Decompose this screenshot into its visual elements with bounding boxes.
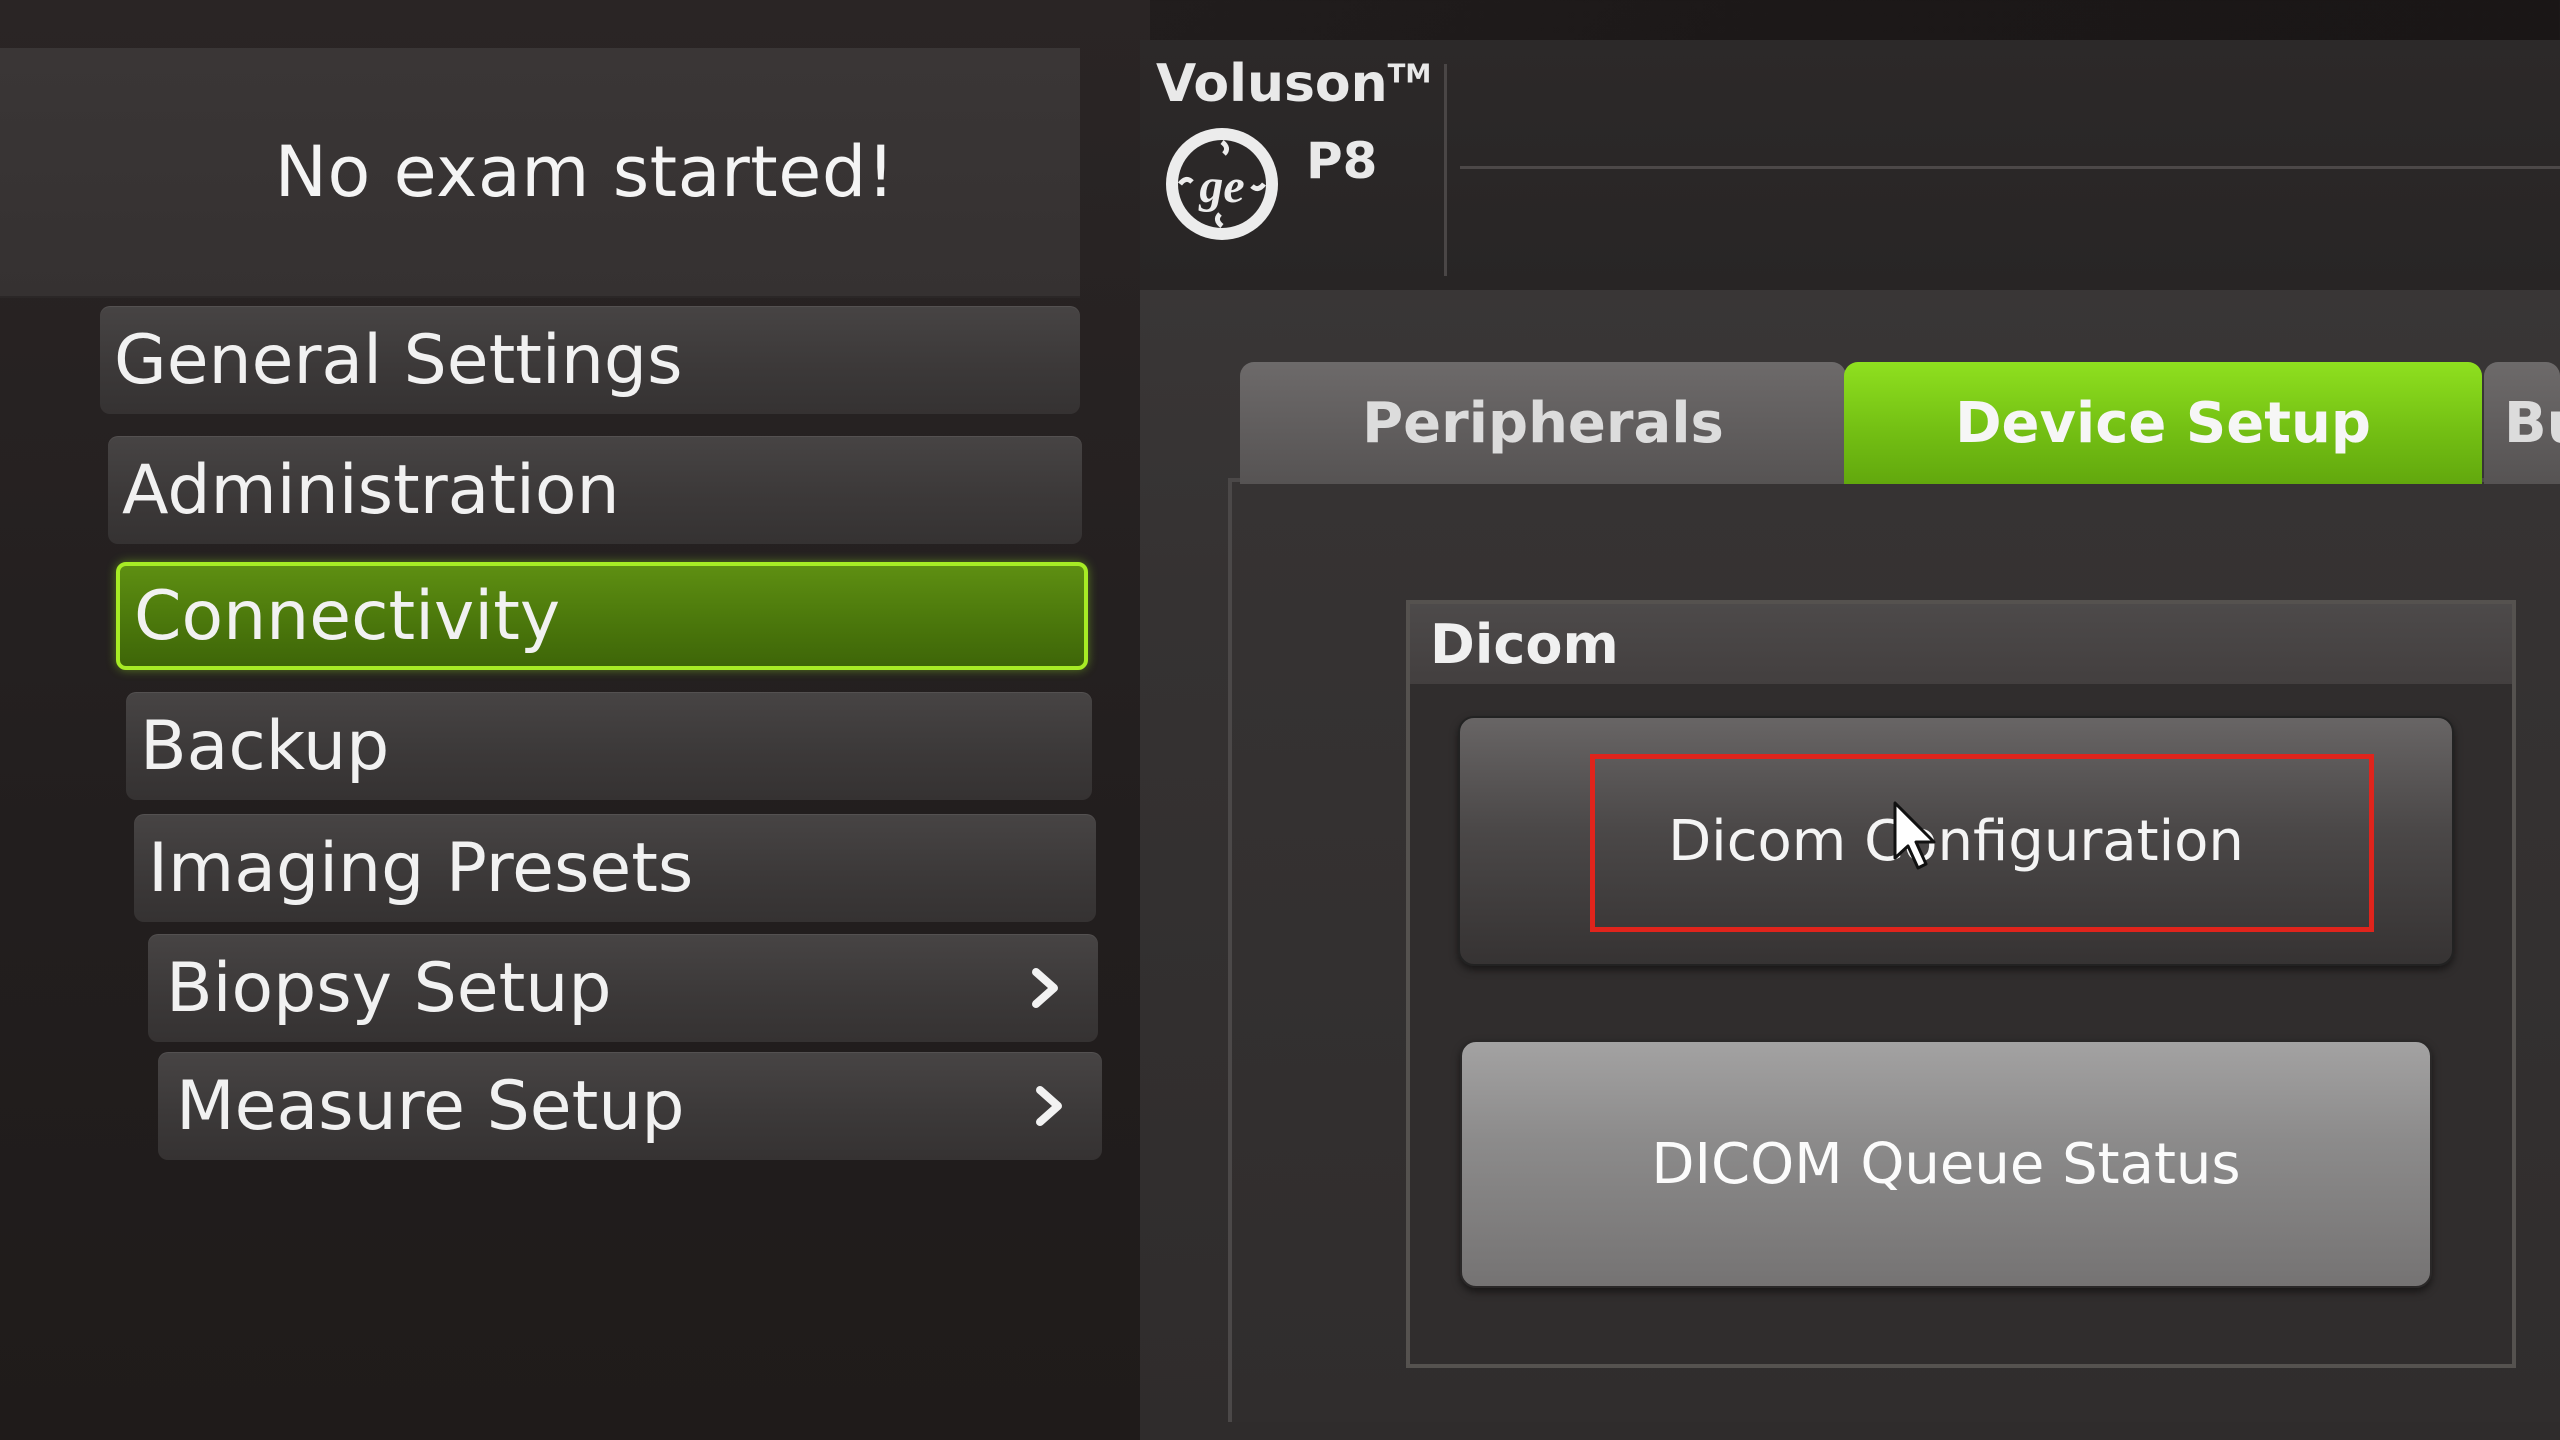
menu-item-measure-setup[interactable]: Measure Setup xyxy=(158,1052,1102,1160)
menu-item-imaging-presets[interactable]: Imaging Presets xyxy=(134,814,1096,922)
tab-device-setup[interactable]: Device Setup xyxy=(1844,362,2482,484)
menu-item-label: Administration xyxy=(122,450,620,530)
menu-item-connectivity[interactable]: Connectivity xyxy=(116,562,1088,670)
tab-label: Peripherals xyxy=(1362,390,1724,456)
highlight-box xyxy=(1590,754,2374,932)
menu-item-label: General Settings xyxy=(114,320,683,400)
exam-status-text: No exam started! xyxy=(274,131,896,213)
group-title: Dicom xyxy=(1410,604,2512,684)
brand-name-text: Voluson xyxy=(1156,54,1388,114)
menu-item-general-settings[interactable]: General Settings xyxy=(100,306,1080,414)
model-label: P8 xyxy=(1306,132,1378,190)
dicom-queue-status-button[interactable]: DICOM Queue Status xyxy=(1460,1040,2432,1288)
chevron-right-icon xyxy=(1036,1086,1062,1126)
trademark-mark: TM xyxy=(1387,59,1432,90)
tab-label: Bu xyxy=(2504,390,2560,456)
divider xyxy=(1444,64,1447,276)
menu-item-biopsy-setup[interactable]: Biopsy Setup xyxy=(148,934,1098,1042)
left-panel: No exam started! General Settings Admini… xyxy=(0,0,1150,1440)
menu-item-label: Imaging Presets xyxy=(148,828,694,908)
brand-name: VolusonTM xyxy=(1156,54,1431,114)
tab-peripherals[interactable]: Peripherals xyxy=(1240,362,1846,484)
menu-item-label: Connectivity xyxy=(134,576,561,656)
logo-bar: VolusonTM ge P8 xyxy=(1140,40,2560,290)
svg-text:ge: ge xyxy=(1198,160,1244,213)
ge-monogram-icon: ge xyxy=(1166,128,1278,240)
exam-status-banner: No exam started! xyxy=(0,48,1080,298)
menu-item-label: Backup xyxy=(140,706,390,786)
tab-backup[interactable]: Bu xyxy=(2484,362,2560,484)
tab-label: Device Setup xyxy=(1955,390,2371,456)
menu-item-label: Biopsy Setup xyxy=(166,948,612,1028)
menu-item-backup[interactable]: Backup xyxy=(126,692,1092,800)
menu-item-label: Measure Setup xyxy=(176,1066,685,1146)
menu-item-administration[interactable]: Administration xyxy=(108,436,1082,544)
divider xyxy=(1460,166,2560,169)
chevron-right-icon xyxy=(1032,968,1058,1008)
button-label: DICOM Queue Status xyxy=(1651,1131,2241,1197)
dicom-configuration-button[interactable]: Dicom Configuration xyxy=(1458,716,2454,966)
